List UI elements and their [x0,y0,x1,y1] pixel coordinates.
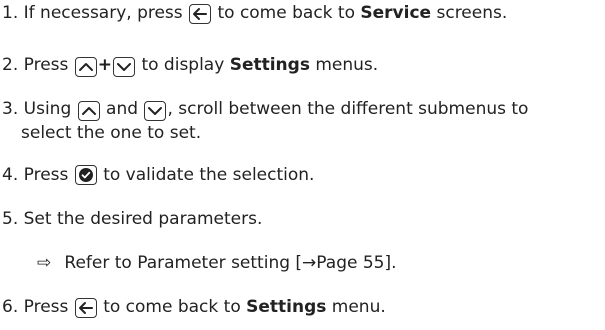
step-text: menus. [315,55,379,75]
step-text: , scroll between the different submenus … [167,99,529,119]
back-arrow-icon [74,298,97,318]
step-keyword: Service [360,3,432,23]
step-3-continuation: select the one to set. [21,122,201,144]
step-text: to come back to [217,3,355,23]
plus-sign: + [97,55,113,75]
step-text: Press [23,165,69,185]
chevron-up-icon [77,101,100,121]
step-text: If necessary, press [23,3,183,23]
chevron-down-icon [144,101,167,121]
step-text: Using [23,99,72,119]
note-text: Refer to Parameter setting [→Page 55]. [64,253,397,273]
step-3: 3. Using and , scroll between the differ… [2,98,528,121]
step-1: 1. If necessary, press to come back to S… [2,2,507,24]
step-text: to come back to [103,297,241,317]
step-number: 2. [2,55,19,75]
chevron-down-icon [113,57,136,77]
step-number: 4. [2,165,19,185]
step-text: to validate the selection. [103,165,315,185]
step-text: Set the desired parameters. [23,209,263,229]
step-text: Press [23,297,69,317]
step-number: 3. [2,99,19,119]
step-text: menu. [331,297,386,317]
step-keyword: Settings [246,297,327,317]
step-keyword: Settings [229,55,310,75]
chevron-up-icon [74,57,97,77]
back-arrow-icon [189,4,212,24]
step-5: 5. Set the desired parameters. [2,208,262,230]
check-circle-icon [74,165,97,185]
step-number: 1. [2,3,19,23]
step-number: 6. [2,297,19,317]
instruction-page: 1. If necessary, press to come back to S… [0,0,605,330]
step-text: select the one to set. [21,123,202,143]
step-text: and [106,99,139,119]
note-reference: ⇨ Refer to Parameter setting [→Page 55]. [37,252,397,274]
step-number: 5. [2,209,19,229]
step-2: 2. Press + to display Settings menus. [2,54,378,77]
step-4: 4. Press to validate the selection. [2,164,314,186]
arrow-bullet-icon: ⇨ [37,253,52,273]
step-text: to display [141,55,225,75]
step-6: 6. Press to come back to Settings menu. [2,296,386,318]
step-text: Press [23,55,69,75]
step-text: screens. [436,3,508,23]
